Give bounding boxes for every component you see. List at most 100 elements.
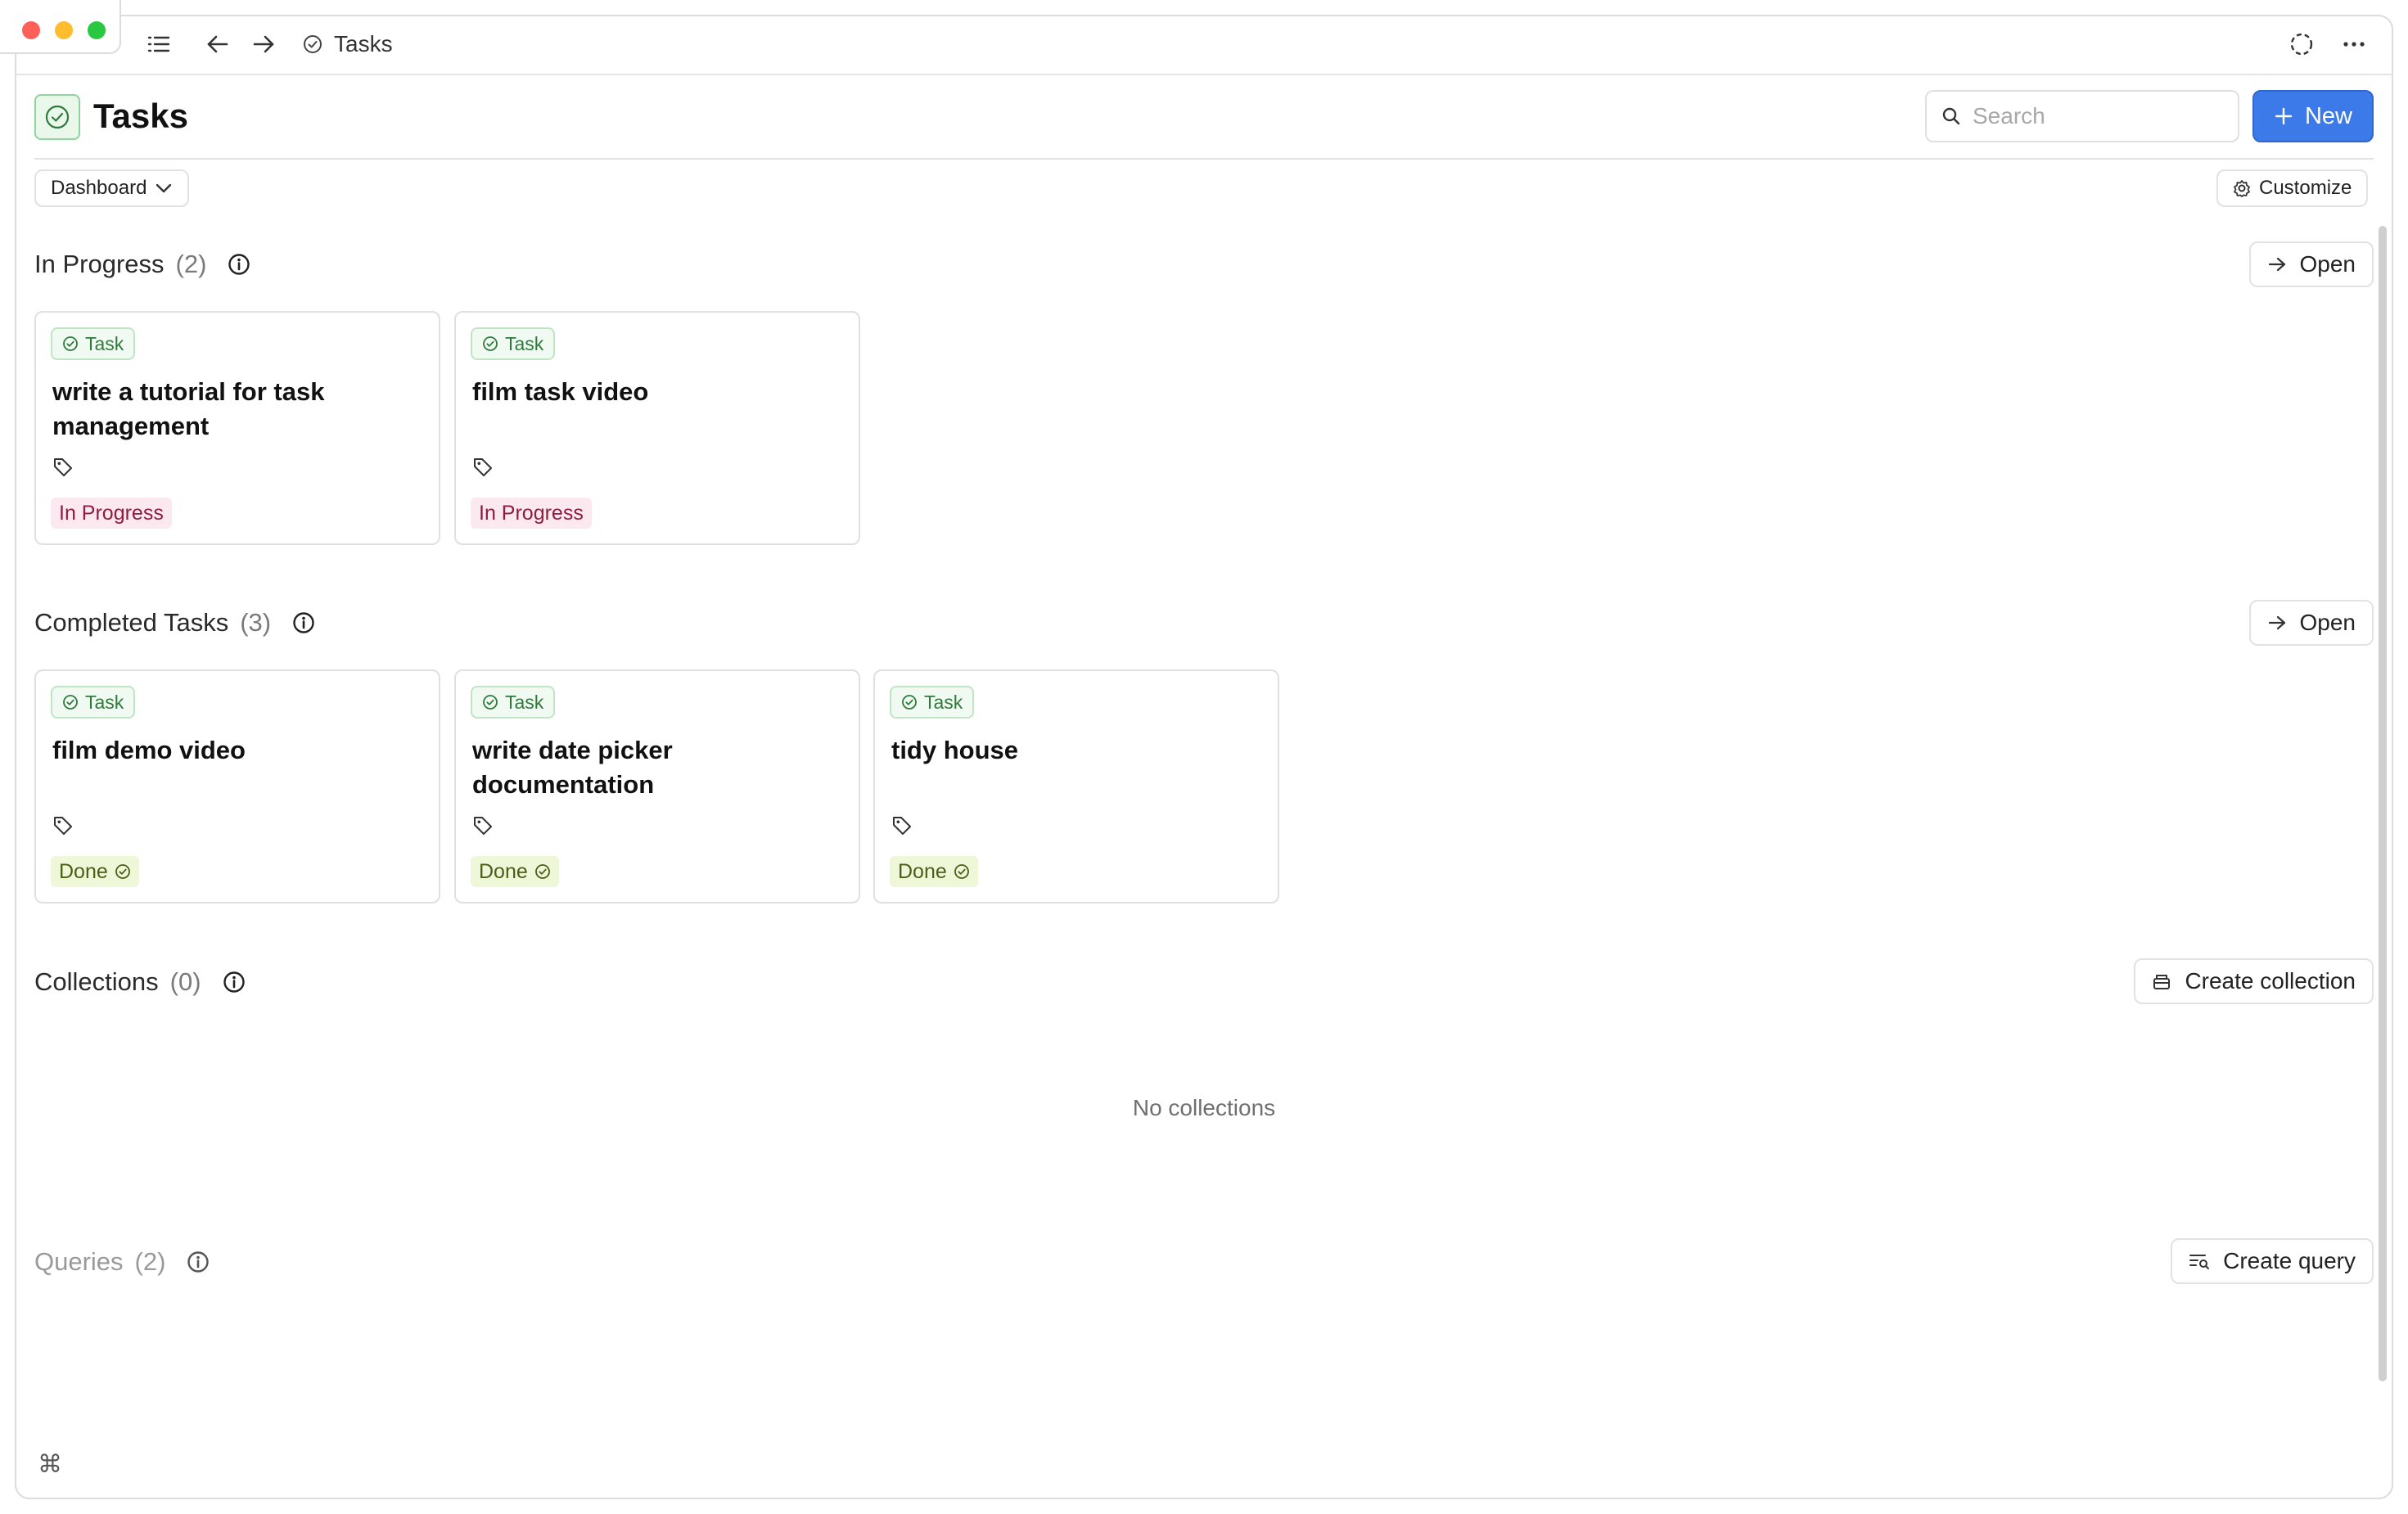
status-label: Done <box>59 859 108 883</box>
status-label: In Progress <box>479 501 584 525</box>
command-menu-icon[interactable]: ⌘ <box>38 1450 62 1479</box>
tag-icon[interactable] <box>472 457 494 478</box>
section-count: (0) <box>169 967 201 996</box>
status-badge[interactable]: In Progress <box>51 498 172 529</box>
done-check-icon <box>954 864 969 879</box>
tag-icon[interactable] <box>52 815 74 836</box>
status-badge[interactable]: In Progress <box>471 498 592 529</box>
task-check-icon <box>304 35 322 53</box>
open-button-label: Open <box>2299 251 2356 277</box>
section-header-collections: Collections (0) <box>34 966 246 998</box>
new-button[interactable]: New <box>2252 90 2374 142</box>
task-badge-label: Task <box>924 691 963 713</box>
titlebar-divider <box>15 74 2393 75</box>
task-type-badge: Task <box>471 686 556 719</box>
task-type-badge: Task <box>51 327 136 360</box>
breadcrumb[interactable]: Tasks <box>303 29 393 59</box>
done-check-icon <box>115 864 130 879</box>
task-badge-label: Task <box>505 332 544 354</box>
app-window: Tasks Tasks New Dashboard Customize In P… <box>0 0 2408 1514</box>
task-badge-label: Task <box>85 332 124 354</box>
search-icon <box>1942 107 1960 125</box>
info-icon[interactable] <box>228 253 250 276</box>
create-query-button[interactable]: Create query <box>2171 1238 2374 1284</box>
empty-state-text: No collections <box>1132 1095 1276 1120</box>
back-arrow-icon[interactable] <box>203 29 232 59</box>
done-check-icon <box>534 864 550 879</box>
create-collection-label: Create collection <box>2185 968 2356 994</box>
section-title: Collections <box>34 967 159 996</box>
chevron-down-icon <box>156 183 172 193</box>
task-title: write a tutorial for task management <box>52 377 325 440</box>
task-card[interactable]: Task film demo video Done <box>34 669 440 903</box>
title-bar: Tasks <box>0 0 2408 75</box>
create-collection-button[interactable]: Create collection <box>2134 958 2374 1004</box>
forward-arrow-icon[interactable] <box>249 29 278 59</box>
gear-icon <box>2234 180 2250 197</box>
status-badge[interactable]: Done <box>890 856 978 887</box>
status-label: Done <box>898 859 947 883</box>
task-badge-label: Task <box>85 691 124 713</box>
task-type-badge: Task <box>471 327 556 360</box>
zoom-window-button[interactable] <box>88 21 106 39</box>
task-title: film task video <box>472 377 649 406</box>
task-title: write date picker documentation <box>472 736 673 799</box>
task-card[interactable]: Task tidy house Done <box>873 669 1279 903</box>
info-icon[interactable] <box>292 611 315 634</box>
tasks-page-icon <box>34 94 80 140</box>
section-count: (2) <box>134 1247 166 1276</box>
section-count: (2) <box>175 250 207 278</box>
arrow-right-icon <box>2268 615 2285 630</box>
sidebar-toggle-icon[interactable] <box>144 29 174 59</box>
info-icon[interactable] <box>223 971 246 994</box>
open-in-progress-button[interactable]: Open <box>2248 241 2374 287</box>
section-header-in-progress: In Progress (2) <box>34 248 250 281</box>
task-card[interactable]: Task film task video In Progress <box>454 311 860 545</box>
status-badge[interactable]: Done <box>471 856 559 887</box>
view-selector-label: Dashboard <box>51 177 147 199</box>
query-icon <box>2189 1255 2210 1269</box>
window-controls <box>0 0 121 54</box>
minimize-window-button[interactable] <box>55 21 73 39</box>
collection-icon <box>2153 975 2171 989</box>
tag-icon[interactable] <box>52 457 74 478</box>
create-query-label: Create query <box>2223 1248 2356 1273</box>
open-completed-button[interactable]: Open <box>2248 600 2374 646</box>
section-title: In Progress <box>34 250 165 278</box>
search-field[interactable] <box>1925 90 2239 142</box>
section-header-completed: Completed Tasks (3) <box>34 606 315 639</box>
search-input[interactable] <box>1973 103 2218 129</box>
task-check-icon <box>902 695 917 710</box>
task-type-badge: Task <box>890 686 975 719</box>
arrow-right-icon <box>2268 257 2285 272</box>
info-icon[interactable] <box>187 1250 210 1273</box>
header-divider <box>34 158 2374 160</box>
plus-icon <box>2275 107 2293 125</box>
sync-status-icon[interactable] <box>2287 29 2316 59</box>
status-badge[interactable]: Done <box>51 856 139 887</box>
task-title: film demo video <box>52 736 246 764</box>
tag-icon[interactable] <box>891 815 913 836</box>
more-options-icon[interactable] <box>2339 29 2369 59</box>
section-title: Queries <box>34 1247 124 1276</box>
customize-button[interactable]: Customize <box>2216 169 2369 207</box>
close-window-button[interactable] <box>22 21 40 39</box>
customize-label: Customize <box>2259 177 2352 199</box>
tag-icon[interactable] <box>472 815 494 836</box>
section-title: Completed Tasks <box>34 608 229 637</box>
view-selector-dropdown[interactable]: Dashboard <box>34 169 190 207</box>
status-label: In Progress <box>59 501 164 525</box>
new-button-label: New <box>2304 102 2352 129</box>
task-check-icon <box>63 336 78 351</box>
task-card[interactable]: Task write date picker documentation Don… <box>454 669 860 903</box>
task-card[interactable]: Task write a tutorial for task managemen… <box>34 311 440 545</box>
task-badge-label: Task <box>505 691 544 713</box>
page-title: Tasks <box>93 97 188 135</box>
vertical-scrollbar[interactable] <box>2379 226 2387 1381</box>
task-check-icon <box>483 695 498 710</box>
section-count: (3) <box>240 608 272 637</box>
breadcrumb-label: Tasks <box>334 31 393 56</box>
section-header-queries: Queries (2) <box>34 1246 210 1278</box>
task-type-badge: Task <box>51 686 136 719</box>
open-button-label: Open <box>2299 610 2356 635</box>
